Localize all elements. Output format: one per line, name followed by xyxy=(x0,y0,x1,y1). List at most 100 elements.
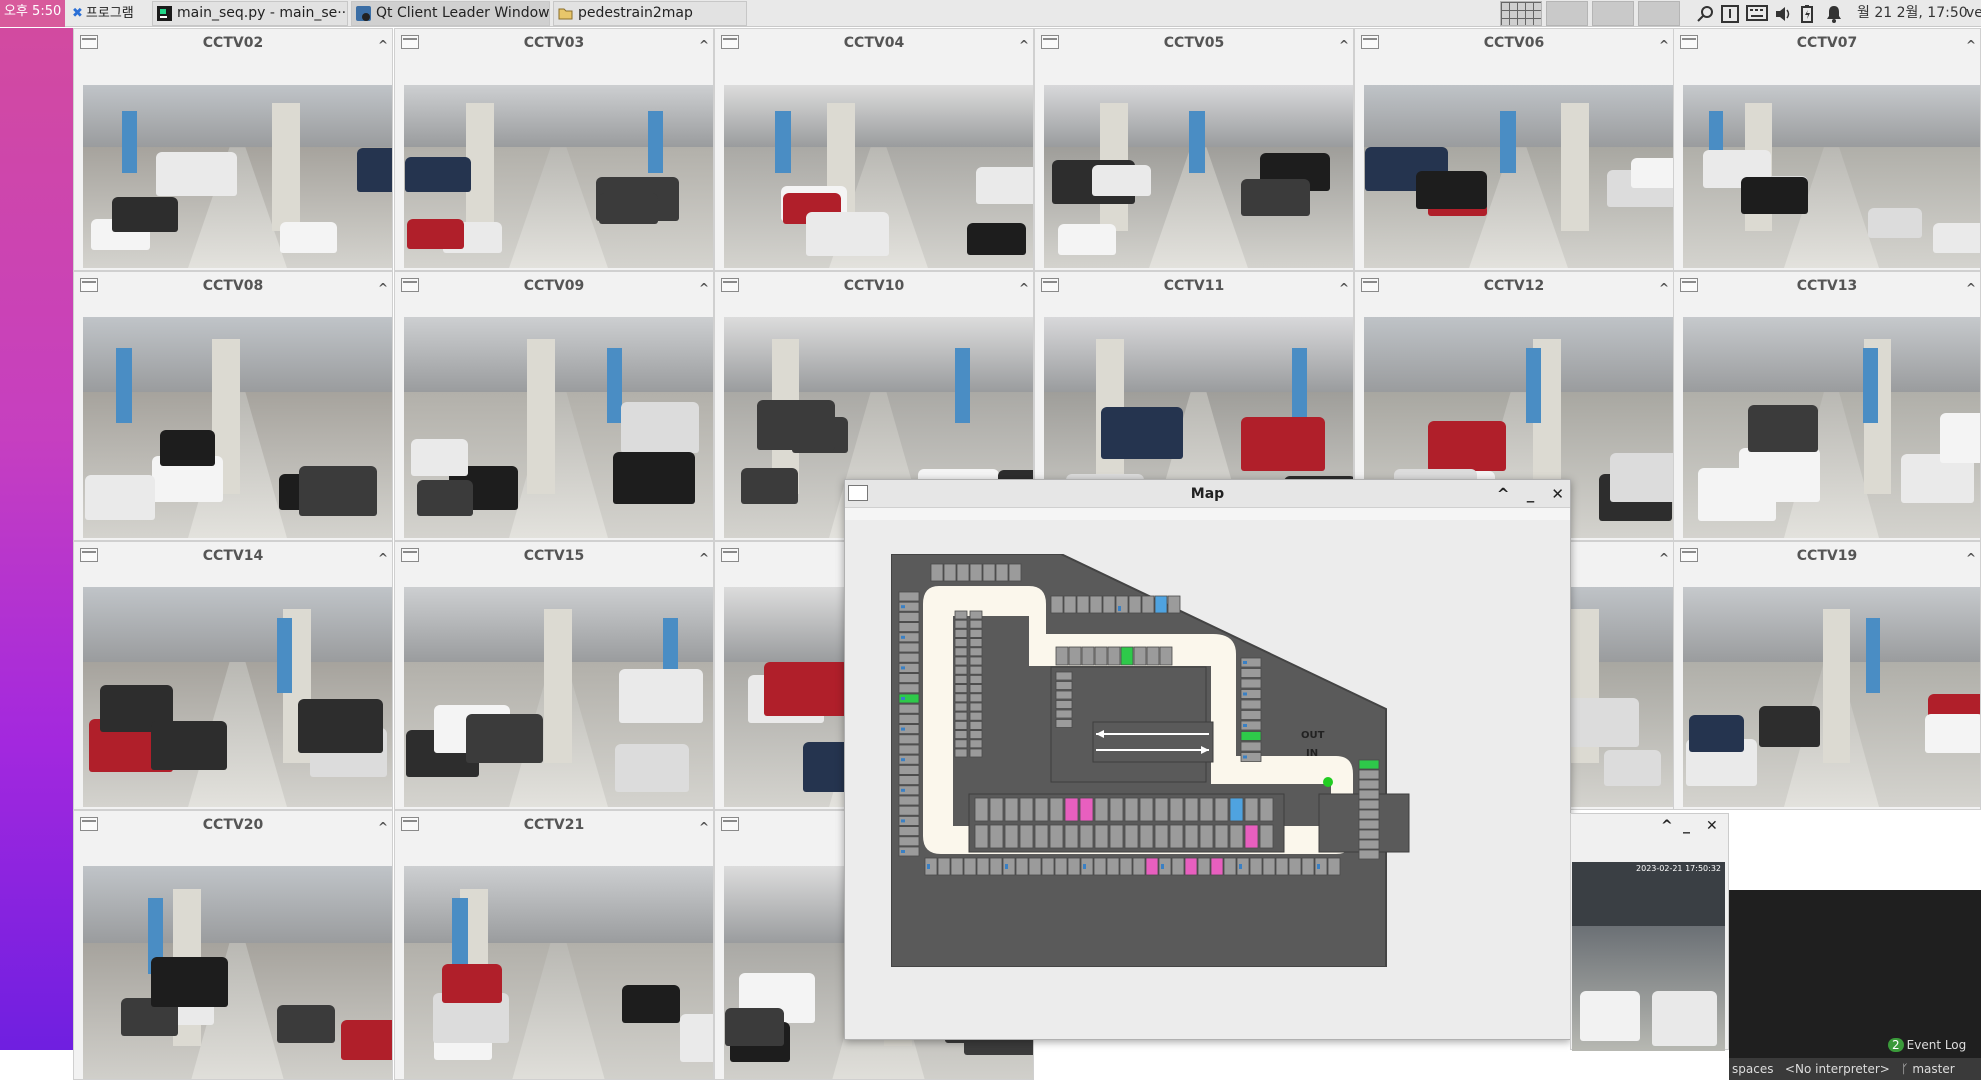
parking-slot-pedestrian[interactable] xyxy=(1210,857,1224,876)
tile-menu-icon[interactable] xyxy=(721,817,739,831)
parking-slot[interactable] xyxy=(969,629,983,638)
parking-slot[interactable] xyxy=(1128,595,1142,614)
parking-slot[interactable] xyxy=(898,805,920,816)
tile-menu-icon[interactable] xyxy=(1041,278,1059,292)
tile-menu-icon[interactable] xyxy=(401,548,419,562)
parking-slot[interactable] xyxy=(898,612,920,622)
parking-slot[interactable] xyxy=(1358,789,1380,800)
camera-tile-header[interactable]: CCTV15 ^ xyxy=(395,542,713,570)
search-icon[interactable] xyxy=(1696,5,1714,23)
parking-slot[interactable] xyxy=(1169,824,1184,849)
parking-slot[interactable] xyxy=(954,702,968,712)
parking-slot[interactable] xyxy=(924,857,938,876)
parking-slot[interactable] xyxy=(943,563,957,582)
camera-tile-header[interactable]: CCTV20 ^ xyxy=(74,811,392,839)
parking-slot[interactable] xyxy=(1124,824,1139,849)
tile-maximize-caret-icon[interactable]: ^ xyxy=(378,274,388,302)
parking-slot-pedestrian[interactable] xyxy=(1145,857,1159,876)
parking-slot[interactable] xyxy=(1184,797,1199,822)
camera-tile-header[interactable]: CCTV10 ^ xyxy=(715,272,1033,300)
parking-slot[interactable] xyxy=(1184,824,1199,849)
task-qt-client[interactable]: Qt Client Leader Window xyxy=(351,1,550,26)
tile-menu-icon[interactable] xyxy=(80,548,98,562)
parking-slot[interactable] xyxy=(969,610,983,620)
tile-maximize-caret-icon[interactable]: ^ xyxy=(1339,31,1349,59)
parking-slot[interactable] xyxy=(1055,700,1073,709)
tile-maximize-caret-icon[interactable]: ^ xyxy=(378,544,388,572)
camera-tile-header[interactable]: CCTV08 ^ xyxy=(74,272,392,300)
parking-slot[interactable] xyxy=(1004,824,1019,849)
parking-slot[interactable] xyxy=(898,764,920,775)
tile-maximize-caret-icon[interactable]: ^ xyxy=(1019,274,1029,302)
parking-slot[interactable] xyxy=(898,673,920,683)
tile-menu-icon[interactable] xyxy=(401,817,419,831)
parking-slot[interactable] xyxy=(1093,857,1107,876)
camera-tile[interactable]: CCTV13 ^ xyxy=(1673,271,1981,541)
camera-tile-header[interactable]: CCTV21 ^ xyxy=(395,811,713,839)
camera-tile[interactable]: CCTV06 ^ xyxy=(1354,28,1674,271)
parking-slot[interactable] xyxy=(1169,797,1184,822)
status-indent[interactable]: spaces xyxy=(1732,1062,1773,1076)
parking-slot[interactable] xyxy=(1068,646,1082,666)
camera-tile[interactable]: CCTV20 ^ xyxy=(73,810,393,1080)
parking-slot[interactable] xyxy=(1054,857,1068,876)
parking-slot[interactable] xyxy=(1154,824,1169,849)
parking-slot[interactable] xyxy=(1067,857,1081,876)
camera-tile[interactable]: CCTV21 ^ xyxy=(394,810,714,1080)
tile-maximize-caret-icon[interactable]: ^ xyxy=(1659,31,1669,59)
parking-slot[interactable] xyxy=(1055,646,1069,666)
parking-slot[interactable] xyxy=(1109,824,1124,849)
parking-slot[interactable] xyxy=(1008,563,1022,582)
camera-tile[interactable]: CCTV02 ^ xyxy=(73,28,393,271)
tile-maximize-caret-icon[interactable]: ^ xyxy=(1966,274,1976,302)
parking-slot[interactable] xyxy=(1301,857,1315,876)
parking-slot[interactable] xyxy=(1002,857,1016,876)
workspace-4[interactable] xyxy=(1638,1,1680,26)
tile-menu-icon[interactable] xyxy=(1041,35,1059,49)
camera-tile[interactable]: CCTV04 ^ xyxy=(714,28,1034,271)
parking-slot[interactable] xyxy=(1106,857,1120,876)
event-log[interactable]: 2 Event Log xyxy=(1888,1038,1966,1052)
parking-slot[interactable] xyxy=(1158,857,1172,876)
parking-slot[interactable] xyxy=(1171,857,1185,876)
parking-slot[interactable] xyxy=(1063,595,1077,614)
parking-slot[interactable] xyxy=(1055,681,1073,690)
parking-slot-occupied[interactable] xyxy=(1240,731,1262,741)
tile-menu-icon[interactable] xyxy=(1680,278,1698,292)
tile-maximize-caret-icon[interactable]: ^ xyxy=(1966,544,1976,572)
parking-slot[interactable] xyxy=(954,730,968,740)
parking-slot[interactable] xyxy=(898,826,920,837)
parking-slot-pedestrian[interactable] xyxy=(1079,797,1094,822)
parking-slot[interactable] xyxy=(969,739,983,749)
camera-tile-header[interactable]: CCTV12 ^ xyxy=(1355,272,1673,300)
parking-slot[interactable] xyxy=(954,647,968,657)
tile-menu-icon[interactable] xyxy=(1361,278,1379,292)
parking-slot[interactable] xyxy=(1094,797,1109,822)
parking-slot[interactable] xyxy=(956,563,970,582)
parking-slot[interactable] xyxy=(898,836,920,847)
parking-slot[interactable] xyxy=(954,675,968,684)
window-menu-icon[interactable] xyxy=(848,485,868,501)
parking-slot[interactable] xyxy=(898,744,920,755)
parking-slot[interactable] xyxy=(1229,824,1244,849)
parking-map[interactable]: OUT IN xyxy=(891,554,1516,967)
parking-slot[interactable] xyxy=(954,711,968,721)
camera-tile[interactable]: CCTV07 ^ xyxy=(1673,28,1981,271)
camera-tile-header[interactable]: CCTV03 ^ xyxy=(395,29,713,57)
parking-slot[interactable] xyxy=(1249,857,1263,876)
camera-tile-header[interactable]: CCTV04 ^ xyxy=(715,29,1033,57)
parking-slot-pedestrian[interactable] xyxy=(1064,797,1079,822)
parking-slot[interactable] xyxy=(969,619,983,629)
camera-tile-header[interactable]: CCTV13 ^ xyxy=(1674,272,1980,300)
parking-slot[interactable] xyxy=(969,675,983,684)
parking-slot[interactable] xyxy=(1358,799,1380,810)
parking-slot[interactable] xyxy=(1167,595,1181,614)
parking-slot[interactable] xyxy=(1115,595,1129,614)
close-icon[interactable]: ✕ xyxy=(1551,485,1564,503)
workspace-2[interactable] xyxy=(1546,1,1588,26)
maximize-caret-icon[interactable]: ^ xyxy=(1661,818,1673,834)
parking-slot-pedestrian[interactable] xyxy=(1184,857,1198,876)
parking-slot[interactable] xyxy=(898,642,920,653)
parking-slot[interactable] xyxy=(1240,741,1262,752)
start-menu-button[interactable]: ✖ 프로그램 xyxy=(72,1,134,26)
